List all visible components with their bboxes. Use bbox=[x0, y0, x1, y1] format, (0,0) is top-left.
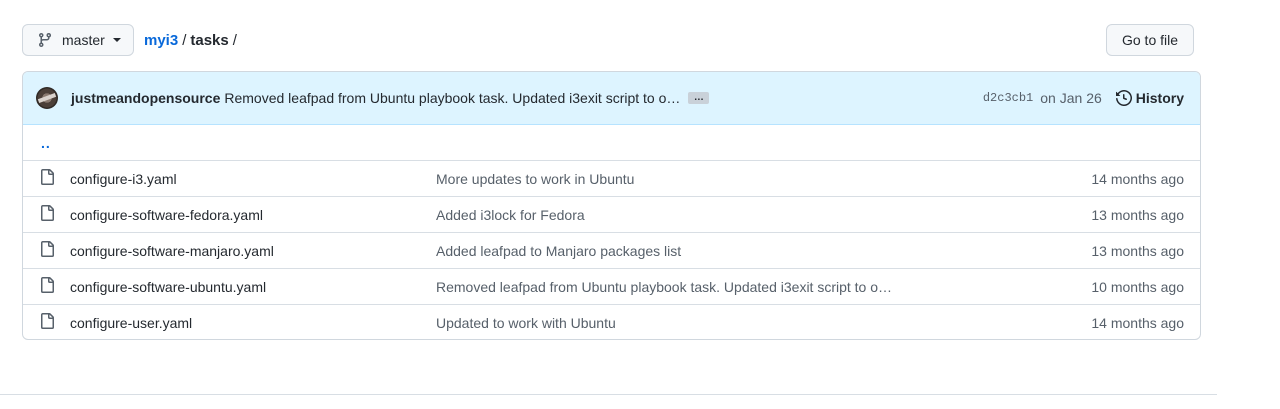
file-icon bbox=[39, 277, 55, 296]
file-row[interactable]: configure-software-manjaro.yaml Added lea… bbox=[23, 232, 1200, 268]
file-row[interactable]: configure-software-fedora.yaml Added i3lo… bbox=[23, 196, 1200, 232]
file-browser: justmeandopensource Removed leafpad from… bbox=[22, 71, 1201, 340]
file-name-link[interactable]: configure-user.yaml bbox=[70, 315, 436, 331]
parent-directory-link[interactable]: .. bbox=[41, 135, 51, 151]
repo-navigation: master myi3 / tasks / Go to file bbox=[22, 24, 1194, 56]
file-name-link[interactable]: configure-software-ubuntu.yaml bbox=[70, 279, 436, 295]
avatar[interactable] bbox=[36, 87, 58, 109]
file-row[interactable]: configure-i3.yaml More updates to work in… bbox=[23, 160, 1200, 196]
divider bbox=[0, 394, 1217, 395]
file-commit-message-link[interactable]: Updated to work with Ubuntu bbox=[436, 315, 1091, 331]
file-commit-message-link[interactable]: Added leafpad to Manjaro packages list bbox=[436, 243, 1091, 259]
file-age: 13 months ago bbox=[1091, 206, 1184, 223]
file-icon bbox=[39, 205, 55, 224]
file-name-link[interactable]: configure-software-manjaro.yaml bbox=[70, 243, 436, 259]
latest-commit-bar: justmeandopensource Removed leafpad from… bbox=[23, 72, 1200, 125]
file-commit-message-link[interactable]: More updates to work in Ubuntu bbox=[436, 171, 1091, 187]
history-label: History bbox=[1135, 90, 1184, 106]
breadcrumb: myi3 / tasks / bbox=[144, 32, 241, 49]
caret-down-icon bbox=[112, 38, 121, 42]
commit-meta: d2c3cb1 on Jan 26 History bbox=[983, 90, 1184, 106]
breadcrumb-current-dir: tasks bbox=[190, 31, 229, 49]
file-age: 14 months ago bbox=[1091, 170, 1184, 187]
file-age: 14 months ago bbox=[1091, 314, 1184, 331]
history-link[interactable]: History bbox=[1115, 90, 1184, 106]
file-list: configure-i3.yaml More updates to work in… bbox=[23, 160, 1200, 339]
branch-name: master bbox=[62, 32, 105, 48]
file-name-link[interactable]: configure-i3.yaml bbox=[70, 171, 436, 187]
branch-selector-button[interactable]: master bbox=[22, 24, 134, 56]
commit-message-link[interactable]: Removed leafpad from Ubuntu playbook tas… bbox=[224, 90, 680, 106]
file-name-link[interactable]: configure-software-fedora.yaml bbox=[70, 207, 436, 223]
breadcrumb-repo-link[interactable]: myi3 bbox=[144, 32, 178, 49]
breadcrumb-trailing-separator: / bbox=[232, 31, 237, 49]
commit-sha-link[interactable]: d2c3cb1 bbox=[983, 91, 1033, 105]
file-age: 10 months ago bbox=[1091, 278, 1184, 295]
file-row[interactable]: configure-user.yaml Updated to work with … bbox=[23, 304, 1200, 339]
breadcrumb-separator: / bbox=[182, 31, 187, 49]
history-icon bbox=[1115, 90, 1132, 106]
file-commit-message-link[interactable]: Removed leafpad from Ubuntu playbook tas… bbox=[436, 279, 1091, 295]
parent-directory-row: .. bbox=[23, 125, 1200, 160]
file-row[interactable]: configure-software-ubuntu.yaml Removed le… bbox=[23, 268, 1200, 304]
file-icon bbox=[39, 241, 55, 260]
file-icon bbox=[39, 313, 55, 332]
file-commit-message-link[interactable]: Added i3lock for Fedora bbox=[436, 207, 1091, 223]
file-icon bbox=[39, 169, 55, 188]
go-to-file-button[interactable]: Go to file bbox=[1106, 24, 1194, 56]
commit-date: on Jan 26 bbox=[1040, 90, 1102, 106]
commit-author-link[interactable]: justmeandopensource bbox=[71, 90, 220, 106]
git-branch-icon bbox=[38, 33, 51, 48]
file-age: 13 months ago bbox=[1091, 242, 1184, 259]
expand-commit-message-button[interactable]: … bbox=[688, 92, 710, 104]
